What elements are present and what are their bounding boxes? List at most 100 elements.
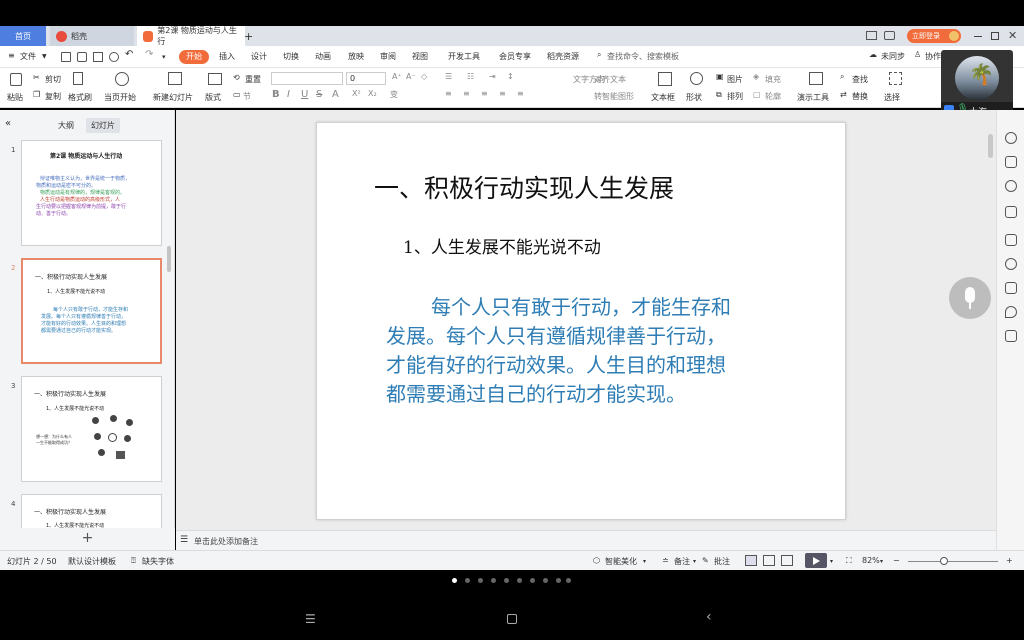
zoom-chevron-icon[interactable]: ▾: [880, 558, 883, 565]
copy-icon[interactable]: ❐: [33, 90, 40, 99]
font-size-select[interactable]: 0: [346, 72, 386, 85]
menu-animation[interactable]: 动画: [315, 51, 331, 62]
slide-thumbnail-4[interactable]: 一、积极行动实现人生发展 1、人生发展不能光说不动: [21, 494, 162, 529]
save-icon[interactable]: [61, 52, 71, 62]
missing-font-button[interactable]: 缺失字体: [142, 556, 174, 567]
reset-button[interactable]: 重置: [245, 74, 261, 85]
present-tools-icon[interactable]: [809, 72, 823, 85]
slide-subtitle[interactable]: 1、人生发展不能光说不动: [403, 233, 601, 258]
command-search[interactable]: 查找命令、搜索模板: [607, 51, 679, 62]
skin-icon[interactable]: [884, 31, 895, 40]
align-center-icon[interactable]: ≡: [463, 89, 470, 98]
beautify-chevron-icon[interactable]: ▾: [643, 558, 646, 565]
select-icon[interactable]: [889, 72, 902, 85]
home-nav-icon[interactable]: [507, 614, 517, 624]
pin-icon[interactable]: [1005, 206, 1017, 218]
menu-review[interactable]: 审阅: [380, 51, 396, 62]
fill-icon[interactable]: ◈: [753, 72, 759, 81]
collab-icon[interactable]: ♙: [914, 50, 921, 59]
floating-mic-button[interactable]: [949, 277, 991, 319]
sync-status[interactable]: 未同步: [881, 51, 905, 62]
new-tab-button[interactable]: +: [244, 26, 258, 46]
menu-start[interactable]: 开始: [179, 50, 209, 64]
subscript-icon[interactable]: X₂: [368, 89, 377, 98]
menu-transition[interactable]: 切换: [283, 51, 299, 62]
outline-button[interactable]: 轮廓: [765, 91, 781, 102]
window-layout-icon[interactable]: [866, 31, 877, 40]
note-chevron-icon[interactable]: ▾: [693, 558, 696, 565]
comment-toggle[interactable]: 批注: [714, 556, 730, 567]
char-border-icon[interactable]: 变: [390, 89, 398, 100]
cube-icon[interactable]: [1005, 330, 1017, 342]
layout-button[interactable]: 版式: [205, 92, 221, 103]
undo-icon[interactable]: ↶: [125, 49, 133, 60]
reset-icon[interactable]: ⟲: [233, 73, 240, 82]
login-button[interactable]: 立即登录: [907, 29, 961, 43]
thumbnail-scrollbar[interactable]: [167, 246, 171, 272]
back-nav-icon[interactable]: ‹: [706, 609, 712, 625]
align-left-icon[interactable]: ≡: [445, 89, 452, 98]
play-slideshow-button[interactable]: [805, 553, 827, 568]
zoom-in-icon[interactable]: +: [1006, 556, 1013, 565]
help-icon[interactable]: [1005, 258, 1017, 270]
print-preview-icon[interactable]: [109, 52, 119, 62]
more-icon[interactable]: ▾: [162, 53, 166, 61]
tab-document[interactable]: 第2课 物质运动与人生行: [137, 26, 245, 46]
zoom-level[interactable]: 82%: [862, 556, 880, 565]
font-color-icon[interactable]: A: [332, 89, 339, 100]
print-icon[interactable]: [77, 52, 87, 62]
find-icon[interactable]: ⌕: [840, 72, 844, 82]
outline-icon[interactable]: ▢: [753, 90, 761, 99]
location-icon[interactable]: [1005, 306, 1017, 318]
copy-format-icon[interactable]: [1005, 234, 1017, 246]
magic-icon[interactable]: [1005, 132, 1017, 144]
restore-icon[interactable]: [991, 32, 999, 40]
tab-slides[interactable]: 幻灯片: [86, 118, 120, 133]
menu-slideshow[interactable]: 放映: [348, 51, 364, 62]
menu-nav-icon[interactable]: ☰: [305, 612, 316, 626]
replace-button[interactable]: 替换: [852, 91, 868, 102]
tab-daoke[interactable]: 稻壳: [50, 26, 134, 46]
close-icon[interactable]: ✕: [1008, 29, 1017, 42]
line-spacing-icon[interactable]: ↕: [507, 72, 514, 81]
fit-window-icon[interactable]: ⛶: [846, 556, 852, 566]
justify-icon[interactable]: ≡: [499, 89, 506, 98]
copy-button[interactable]: 复制: [45, 91, 61, 102]
menu-view[interactable]: 视图: [412, 51, 428, 62]
cloud-icon[interactable]: ☁: [869, 50, 877, 59]
settings-sliders-icon[interactable]: [1005, 156, 1017, 168]
menu-developer[interactable]: 开发工具: [448, 51, 480, 62]
collapse-panel-icon[interactable]: «: [5, 118, 11, 129]
paste-button[interactable]: 粘贴: [7, 92, 23, 103]
new-slide-button[interactable]: 新建幻灯片: [153, 92, 193, 103]
sorter-view-icon[interactable]: [763, 555, 775, 566]
note-toggle[interactable]: 备注: [674, 556, 690, 567]
file-menu[interactable]: 文件: [20, 51, 36, 62]
align-text-button[interactable]: 对齐文本: [594, 74, 626, 85]
zoom-slider-handle[interactable]: [940, 557, 948, 565]
zoom-out-icon[interactable]: −: [893, 556, 900, 565]
textbox-button[interactable]: 文本框: [651, 92, 675, 103]
animation-icon[interactable]: [1005, 180, 1017, 192]
replace-icon[interactable]: ⇄: [840, 90, 847, 99]
from-current-button[interactable]: 当页开始: [104, 92, 136, 103]
italic-icon[interactable]: I: [287, 89, 290, 100]
textbox-icon[interactable]: [658, 72, 672, 86]
indent-icon[interactable]: ⇥: [489, 72, 496, 81]
clear-format-icon[interactable]: ◇: [421, 72, 427, 81]
align-right-icon[interactable]: ≡: [481, 89, 488, 98]
cut-icon[interactable]: ✂: [33, 73, 40, 82]
grow-font-icon[interactable]: A⁺: [392, 72, 402, 81]
present-tools-button[interactable]: 演示工具: [797, 92, 829, 103]
file-menu-chevron-icon[interactable]: ▼: [42, 53, 47, 60]
menu-member[interactable]: 会员专享: [499, 51, 531, 62]
current-slide[interactable]: 一、积极行动实现人生发展 1、人生发展不能光说不动 每个人只有敢于行动，才能生存…: [316, 122, 846, 520]
bullets-icon[interactable]: ☰: [445, 72, 452, 81]
smart-graphic-button[interactable]: 转智能图形: [594, 91, 634, 102]
hamburger-icon[interactable]: ≡: [8, 51, 15, 60]
distribute-icon[interactable]: ≡: [517, 89, 524, 98]
play-chevron-icon[interactable]: ▾: [830, 558, 833, 565]
play-icon[interactable]: [115, 72, 129, 86]
search-icon[interactable]: ⌕: [597, 50, 601, 60]
paste-icon[interactable]: [10, 73, 22, 86]
